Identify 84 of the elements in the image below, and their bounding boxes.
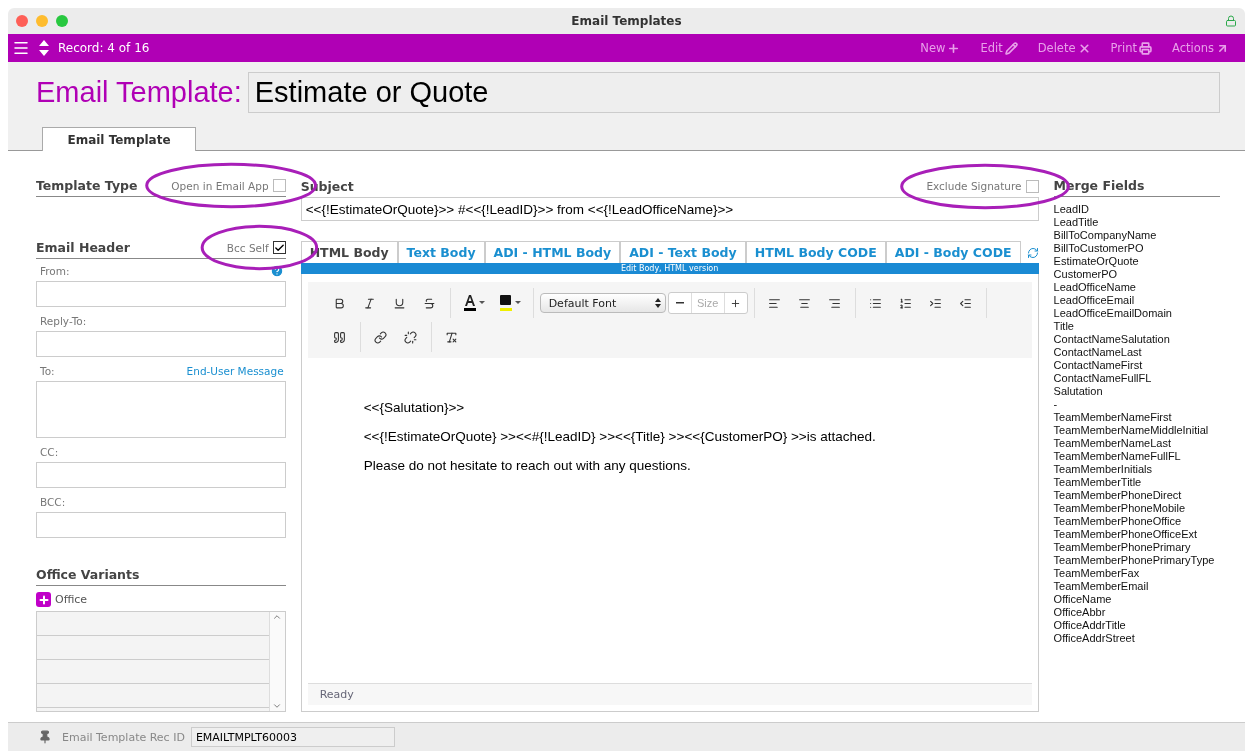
merge-field-item[interactable]: TeamMemberPhonePrimaryType: [1053, 554, 1220, 567]
heading-label: Email Template:: [36, 76, 242, 109]
font-size-field[interactable]: Size: [690, 293, 725, 313]
window-title: Email Templates: [570, 14, 683, 28]
field-label: Reply-To:: [40, 315, 87, 327]
merge-field-item[interactable]: LeadOfficeEmailDomain: [1053, 307, 1220, 320]
merge-field-item[interactable]: ContactNameLast: [1053, 346, 1220, 359]
merge-field-item[interactable]: LeadTitle: [1053, 216, 1220, 229]
body-paragraph: <<{Salutation}>>: [363, 400, 466, 415]
option-label: Open in Email App: [171, 179, 269, 192]
close-button[interactable]: [16, 15, 28, 27]
subject-field[interactable]: <<{!EstimateOrQuote}>> #<<{!LeadID}>> from <<{!LeadOfficeName}>>: [300, 197, 1039, 221]
merge-field-item[interactable]: ContactNameFullFL: [1053, 372, 1220, 385]
merge-field-item[interactable]: TeamMemberNameFirst: [1053, 411, 1220, 424]
merge-field-item[interactable]: TeamMemberNameMiddleInitial: [1053, 424, 1220, 437]
merge-field-item[interactable]: TeamMemberInitials: [1053, 463, 1220, 476]
input-field[interactable]: [36, 331, 286, 357]
merge-field-item[interactable]: Title: [1053, 320, 1220, 333]
merge-field-item[interactable]: Salutation: [1053, 385, 1220, 398]
merge-field-item[interactable]: ContactNameSalutation: [1053, 333, 1220, 346]
merge-field-item[interactable]: OfficeAddrStreet: [1053, 632, 1220, 645]
merge-field-item[interactable]: OfficeAddrTitle: [1053, 619, 1220, 632]
merge-field-item[interactable]: BillToCustomerPO: [1053, 242, 1220, 255]
merge-field-item[interactable]: TeamMemberNameLast: [1053, 437, 1220, 450]
template-name-field[interactable]: Estimate or Quote: [247, 72, 1220, 113]
option-label: Bcc Self: [226, 241, 269, 254]
body-tab[interactable]: ADI - Text Body: [620, 241, 746, 263]
merge-field-item[interactable]: TeamMemberPhoneDirect: [1053, 489, 1220, 502]
merge-field-item[interactable]: TeamMemberPhoneMobile: [1053, 502, 1220, 515]
body-tab[interactable]: ADI - HTML Body: [484, 241, 621, 263]
caret-icon: [654, 298, 661, 308]
font-select[interactable]: Default Font: [539, 293, 666, 313]
body-tab[interactable]: HTML Body CODE: [745, 241, 886, 263]
scroll-down-icon[interactable]: [272, 701, 283, 711]
merge-field-item[interactable]: OfficeName: [1053, 593, 1220, 606]
record-counter: Record: 4 of 16: [58, 41, 150, 55]
merge-field-item[interactable]: ContactNameFirst: [1053, 359, 1220, 372]
x-icon: [1077, 41, 1091, 55]
end-user-message-link[interactable]: End-User Message: [186, 365, 284, 377]
input-field[interactable]: [36, 512, 286, 538]
font-size-stepper[interactable]: Size: [667, 292, 748, 314]
merge-field-item[interactable]: TeamMemberPhoneOfficeExt: [1053, 528, 1220, 541]
merge-field-item[interactable]: BillToCompanyName: [1053, 229, 1220, 242]
field-label: From:: [40, 265, 70, 277]
option-label: Exclude Signature: [926, 180, 1022, 192]
input-field[interactable]: [36, 462, 286, 488]
body-tab[interactable]: Text Body: [397, 241, 485, 263]
merge-field-item[interactable]: CustomerPO: [1053, 268, 1220, 281]
merge-field-item[interactable]: -: [1053, 398, 1220, 411]
merge-field-item[interactable]: TeamMemberFax: [1053, 567, 1220, 580]
merge-field-item[interactable]: LeadOfficeName: [1053, 281, 1220, 294]
status-text: Ready: [307, 683, 1032, 705]
merge-field-item[interactable]: LeadID: [1053, 203, 1220, 216]
merge-field-item[interactable]: LeadOfficeEmail: [1053, 294, 1220, 307]
merge-field-item[interactable]: EstimateOrQuote: [1053, 255, 1220, 268]
section-title: Office Variants: [36, 567, 140, 582]
up-down-arrows-icon[interactable]: [38, 39, 50, 57]
merge-field-item[interactable]: OfficeAbbr: [1053, 606, 1220, 619]
body-tab[interactable]: ADI - Body CODE: [885, 241, 1021, 263]
input-field[interactable]: [36, 281, 286, 307]
field-label: BCC:: [40, 496, 66, 508]
field-label: CC:: [40, 446, 59, 458]
merge-field-item[interactable]: TeamMemberNameFullFL: [1053, 450, 1220, 463]
merge-field-item[interactable]: TeamMemberPhonePrimary: [1053, 541, 1220, 554]
body-paragraph: <<{!EstimateOrQuote} >><<#{!LeadID} >><<{Title} >><<{CustomerPO} >>is attached.: [363, 429, 877, 444]
pencil-icon: [1004, 41, 1018, 55]
rec-id-label: Email Template Rec ID: [62, 730, 185, 744]
lock-icon: [1225, 15, 1237, 27]
editor-banner: Edit Body, HTML version: [300, 263, 1039, 274]
page-tab[interactable]: Email Template: [42, 127, 196, 151]
section-title: Email Header: [36, 240, 130, 255]
section-title: Template Type: [36, 178, 138, 193]
merge-field-item[interactable]: TeamMemberPhoneOffice: [1053, 515, 1220, 528]
merge-field-item[interactable]: TeamMemberTitle: [1053, 476, 1220, 489]
merge-field-item[interactable]: TeamMemberEmail: [1053, 580, 1220, 593]
checkbox[interactable]: [1025, 179, 1039, 193]
field-label: To:: [40, 365, 55, 377]
checkbox[interactable]: [272, 179, 286, 192]
body-paragraph: Please do not hesitate to reach out with any questions.: [363, 458, 692, 473]
rec-id-field[interactable]: EMAILTMPLT60003: [190, 727, 395, 747]
add-label: Office: [55, 593, 88, 606]
input-field[interactable]: [36, 381, 286, 438]
scroll-up-icon[interactable]: [272, 612, 283, 622]
printer-icon: [1139, 41, 1152, 55]
